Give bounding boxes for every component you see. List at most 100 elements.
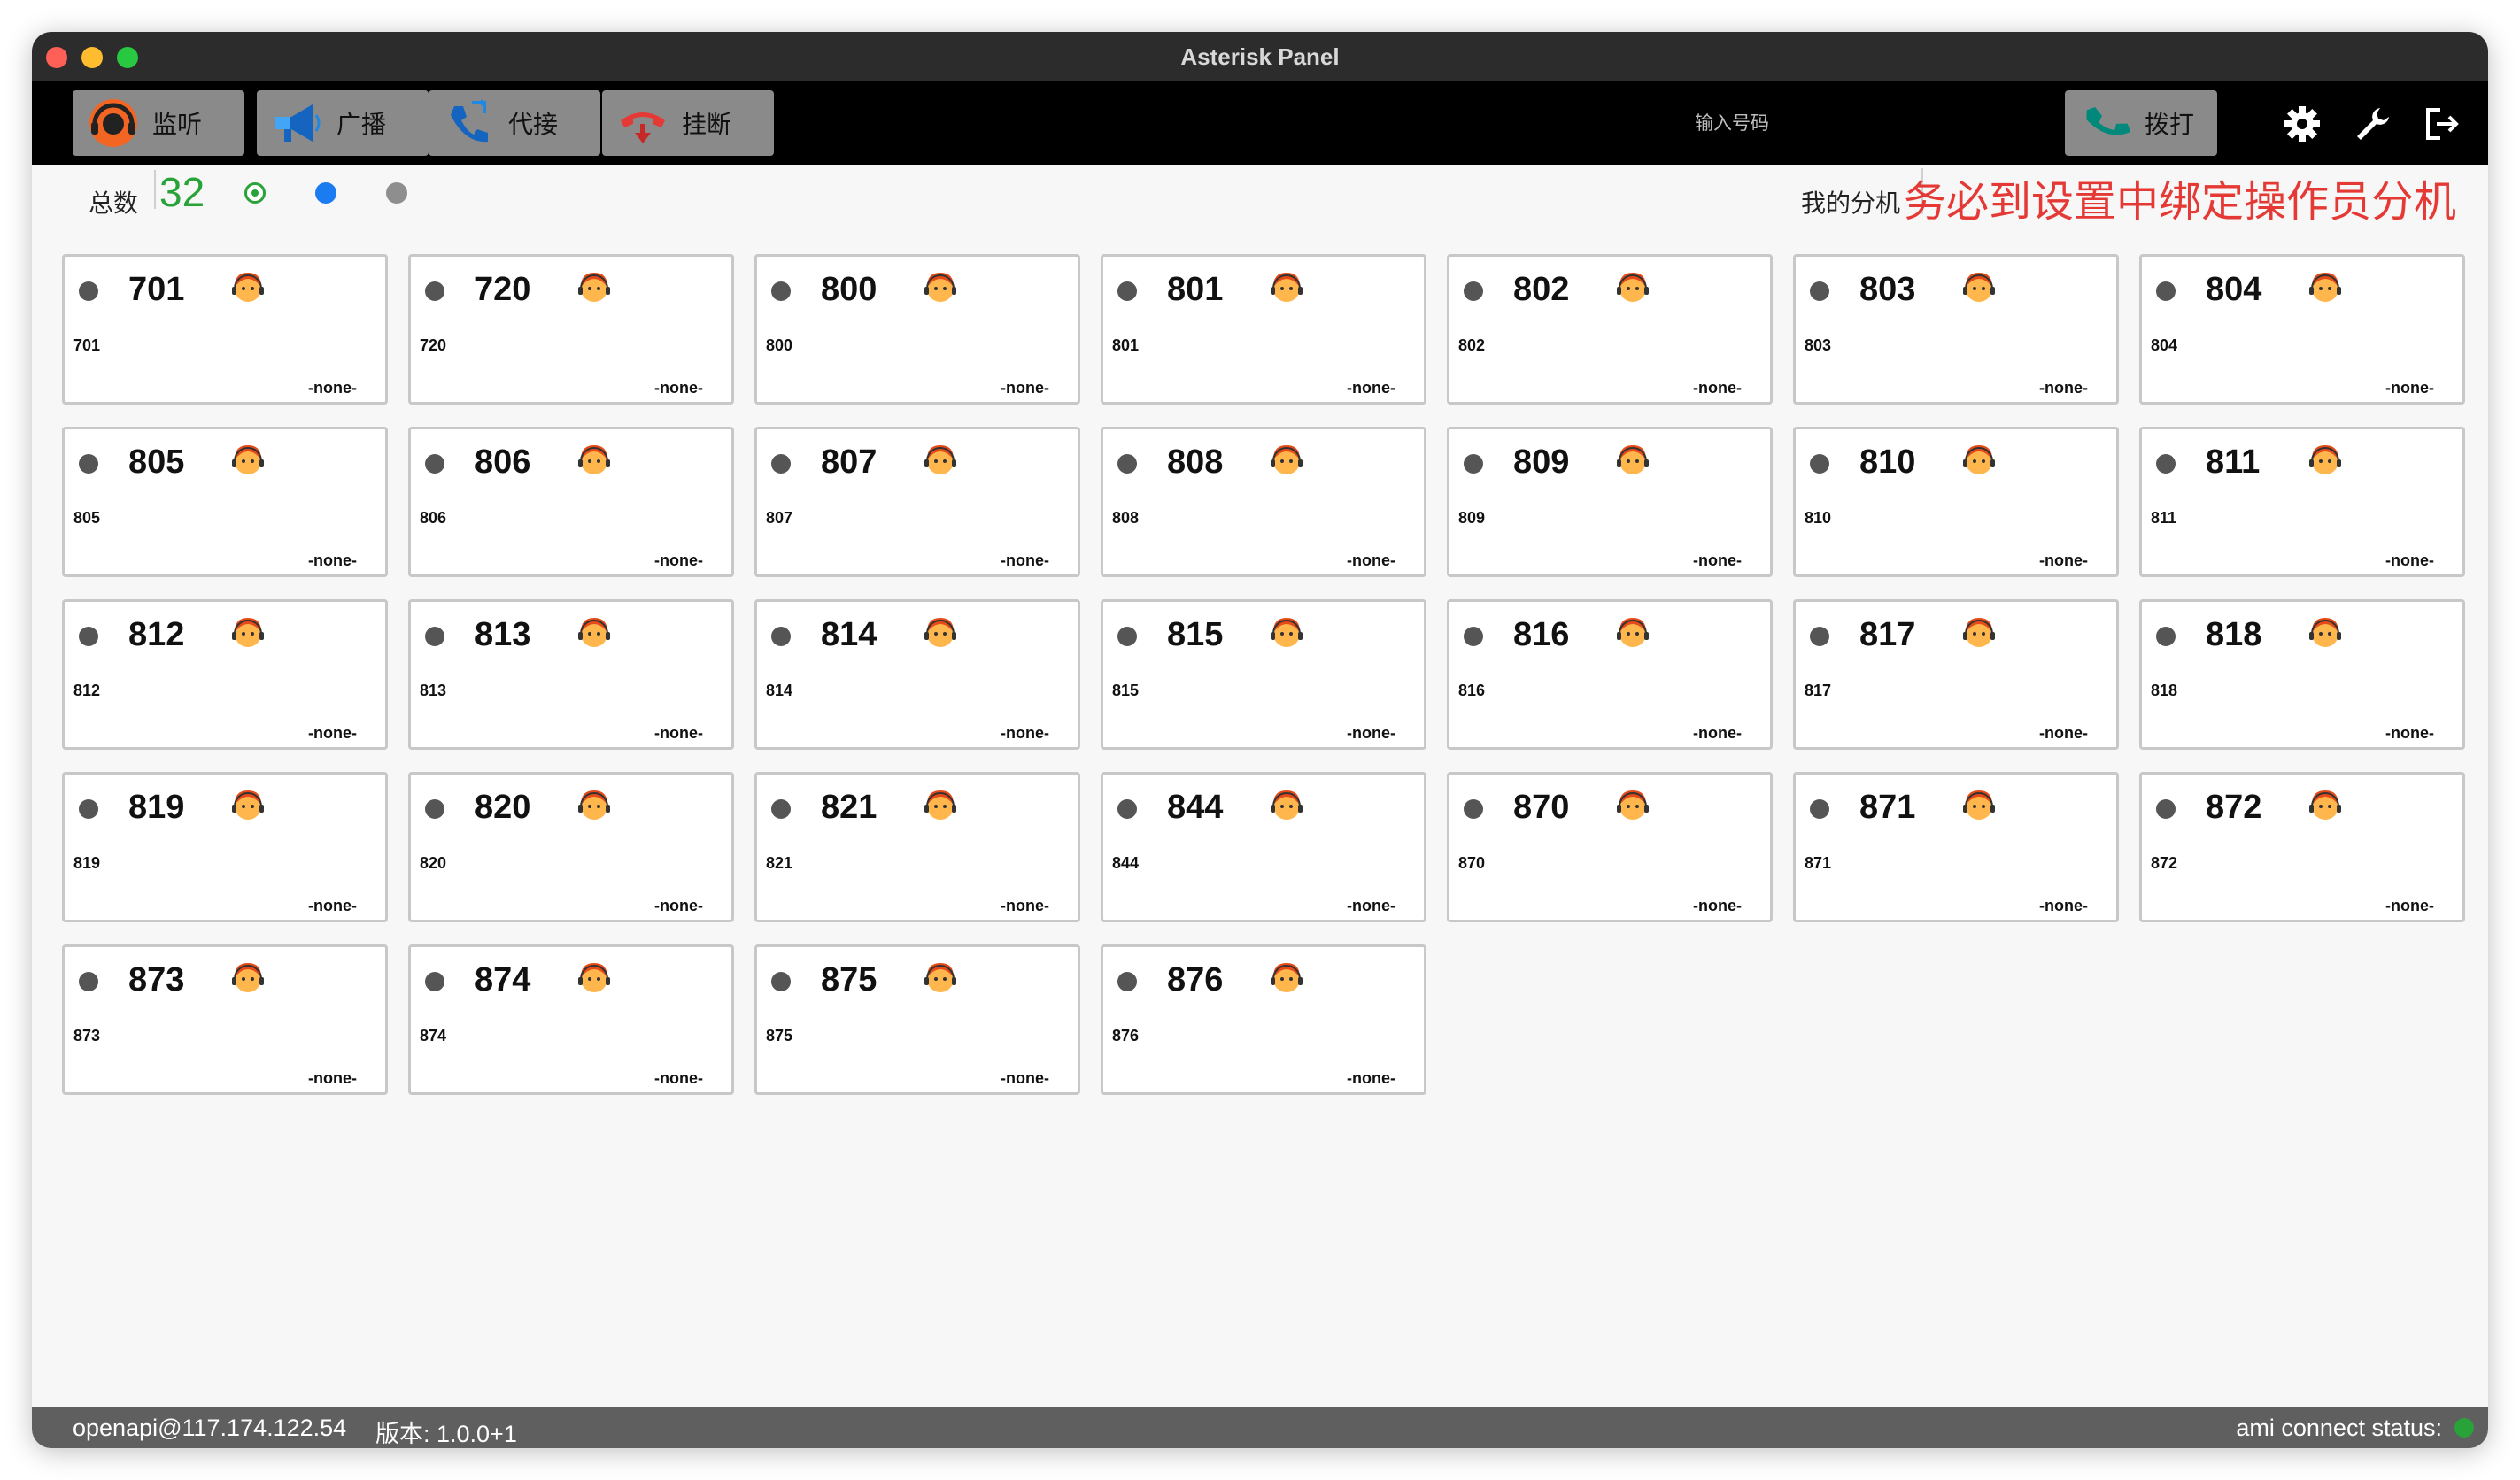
extension-card[interactable]: 874 874 -none- bbox=[408, 944, 734, 1095]
extension-card[interactable]: 807 807 -none- bbox=[754, 427, 1080, 577]
extension-status-dot bbox=[79, 972, 98, 991]
extension-number: 807 bbox=[821, 443, 877, 481]
hangup-button-label: 挂断 bbox=[682, 111, 732, 138]
hangup-button[interactable]: 挂断 bbox=[602, 90, 774, 156]
agent-avatar-icon bbox=[2305, 267, 2346, 308]
extension-call-state: -none- bbox=[2385, 724, 2434, 742]
my-extension-label: 我的分机 bbox=[1800, 189, 1900, 217]
extension-card[interactable]: 818 818 -none- bbox=[2139, 599, 2465, 750]
extension-card[interactable]: 804 804 -none- bbox=[2139, 254, 2465, 405]
agent-avatar-icon bbox=[1266, 613, 1307, 653]
agent-avatar-icon bbox=[1959, 440, 1999, 481]
available-legend-icon[interactable] bbox=[244, 182, 266, 204]
extension-call-state: -none- bbox=[308, 551, 357, 569]
agent-avatar-icon bbox=[574, 613, 615, 653]
extension-call-state: -none- bbox=[1001, 379, 1049, 397]
logout-icon[interactable] bbox=[2419, 101, 2465, 147]
extension-number: 806 bbox=[475, 443, 531, 481]
extension-call-state: -none- bbox=[1693, 379, 1742, 397]
extension-number: 844 bbox=[1167, 789, 1224, 826]
extension-status-dot bbox=[1117, 972, 1137, 991]
extension-card[interactable]: 875 875 -none- bbox=[754, 944, 1080, 1095]
extension-name: 701 bbox=[73, 336, 101, 354]
extension-card[interactable]: 809 809 -none- bbox=[1447, 427, 1773, 577]
monitor-button-label: 监听 bbox=[152, 111, 203, 138]
extension-card[interactable]: 872 872 -none- bbox=[2139, 772, 2465, 922]
extension-status-dot bbox=[79, 281, 98, 301]
extension-card[interactable]: 803 803 -none- bbox=[1793, 254, 2119, 405]
extension-card[interactable]: 844 844 -none- bbox=[1101, 772, 1426, 922]
extension-number: 805 bbox=[128, 443, 185, 481]
connection-info: openapi@117.174.122.54 bbox=[73, 1414, 347, 1441]
agent-avatar-icon bbox=[920, 958, 961, 998]
extension-card[interactable]: 814 814 -none- bbox=[754, 599, 1080, 750]
extension-card[interactable]: 815 815 -none- bbox=[1101, 599, 1426, 750]
extension-card[interactable]: 720 720 -none- bbox=[408, 254, 734, 405]
extension-status-dot bbox=[2156, 627, 2176, 646]
extension-name: 805 bbox=[73, 509, 101, 527]
extension-card[interactable]: 802 802 -none- bbox=[1447, 254, 1773, 405]
extension-name: 816 bbox=[1458, 682, 1486, 699]
extension-card[interactable]: 811 811 -none- bbox=[2139, 427, 2465, 577]
busy-legend-icon[interactable] bbox=[315, 182, 336, 204]
extension-name: 811 bbox=[2151, 509, 2177, 527]
extension-name: 813 bbox=[420, 682, 447, 699]
extension-card[interactable]: 805 805 -none- bbox=[62, 427, 388, 577]
extension-name: 874 bbox=[420, 1027, 447, 1044]
extension-card[interactable]: 876 876 -none- bbox=[1101, 944, 1426, 1095]
extension-name: 801 bbox=[1112, 336, 1140, 354]
dial-number-input[interactable] bbox=[1537, 99, 1927, 149]
extension-status-dot bbox=[1117, 281, 1137, 301]
agent-avatar-icon bbox=[1266, 440, 1307, 481]
dial-button[interactable]: 拨打 bbox=[2065, 90, 2217, 156]
status-row: 总数 32 我的分机 务必到设置中绑定操作员分机 bbox=[32, 165, 2488, 253]
extension-card[interactable]: 819 819 -none- bbox=[62, 772, 388, 922]
extension-status-dot bbox=[1117, 454, 1137, 474]
extension-card[interactable]: 800 800 -none- bbox=[754, 254, 1080, 405]
extension-card[interactable]: 820 820 -none- bbox=[408, 772, 734, 922]
extension-number: 804 bbox=[2206, 271, 2262, 308]
extension-name: 808 bbox=[1112, 509, 1140, 527]
extension-call-state: -none- bbox=[2039, 897, 2088, 914]
extension-call-state: -none- bbox=[654, 379, 703, 397]
extension-status-dot bbox=[425, 799, 444, 819]
extension-card[interactable]: 816 816 -none- bbox=[1447, 599, 1773, 750]
extension-card[interactable]: 873 873 -none- bbox=[62, 944, 388, 1095]
offline-legend-icon[interactable] bbox=[386, 182, 407, 204]
extension-number: 815 bbox=[1167, 616, 1224, 653]
extension-name: 804 bbox=[2151, 336, 2178, 354]
agent-avatar-icon bbox=[1266, 785, 1307, 826]
headset-listen-icon bbox=[85, 95, 142, 151]
monitor-button[interactable]: 监听 bbox=[73, 90, 244, 156]
extension-status-dot bbox=[771, 281, 791, 301]
wrench-icon[interactable] bbox=[2350, 101, 2396, 147]
extension-status-dot bbox=[1464, 799, 1483, 819]
extension-card[interactable]: 812 812 -none- bbox=[62, 599, 388, 750]
extension-card[interactable]: 801 801 -none- bbox=[1101, 254, 1426, 405]
extension-name: 876 bbox=[1112, 1027, 1140, 1044]
agent-avatar-icon bbox=[1266, 267, 1307, 308]
extension-status-dot bbox=[425, 281, 444, 301]
extension-card[interactable]: 817 817 -none- bbox=[1793, 599, 2119, 750]
extension-card[interactable]: 821 821 -none- bbox=[754, 772, 1080, 922]
gear-icon[interactable] bbox=[2279, 101, 2325, 147]
extension-card[interactable]: 810 810 -none- bbox=[1793, 427, 2119, 577]
extension-card[interactable]: 808 808 -none- bbox=[1101, 427, 1426, 577]
extension-card[interactable]: 701 701 -none- bbox=[62, 254, 388, 405]
extension-status-dot bbox=[771, 972, 791, 991]
extension-number: 813 bbox=[475, 616, 531, 653]
agent-avatar-icon bbox=[574, 958, 615, 998]
extension-card[interactable]: 871 871 -none- bbox=[1793, 772, 2119, 922]
agent-avatar-icon bbox=[1612, 785, 1653, 826]
pickup-button[interactable]: 代接 bbox=[429, 90, 600, 156]
extension-name: 875 bbox=[766, 1027, 793, 1044]
extension-card[interactable]: 870 870 -none- bbox=[1447, 772, 1773, 922]
broadcast-button[interactable]: 广播 bbox=[257, 90, 429, 156]
extension-card[interactable]: 806 806 -none- bbox=[408, 427, 734, 577]
extension-number: 720 bbox=[475, 271, 531, 308]
extension-call-state: -none- bbox=[1693, 724, 1742, 742]
extension-status-dot bbox=[1810, 799, 1829, 819]
extension-call-state: -none- bbox=[2385, 379, 2434, 397]
extension-call-state: -none- bbox=[654, 551, 703, 569]
extension-card[interactable]: 813 813 -none- bbox=[408, 599, 734, 750]
